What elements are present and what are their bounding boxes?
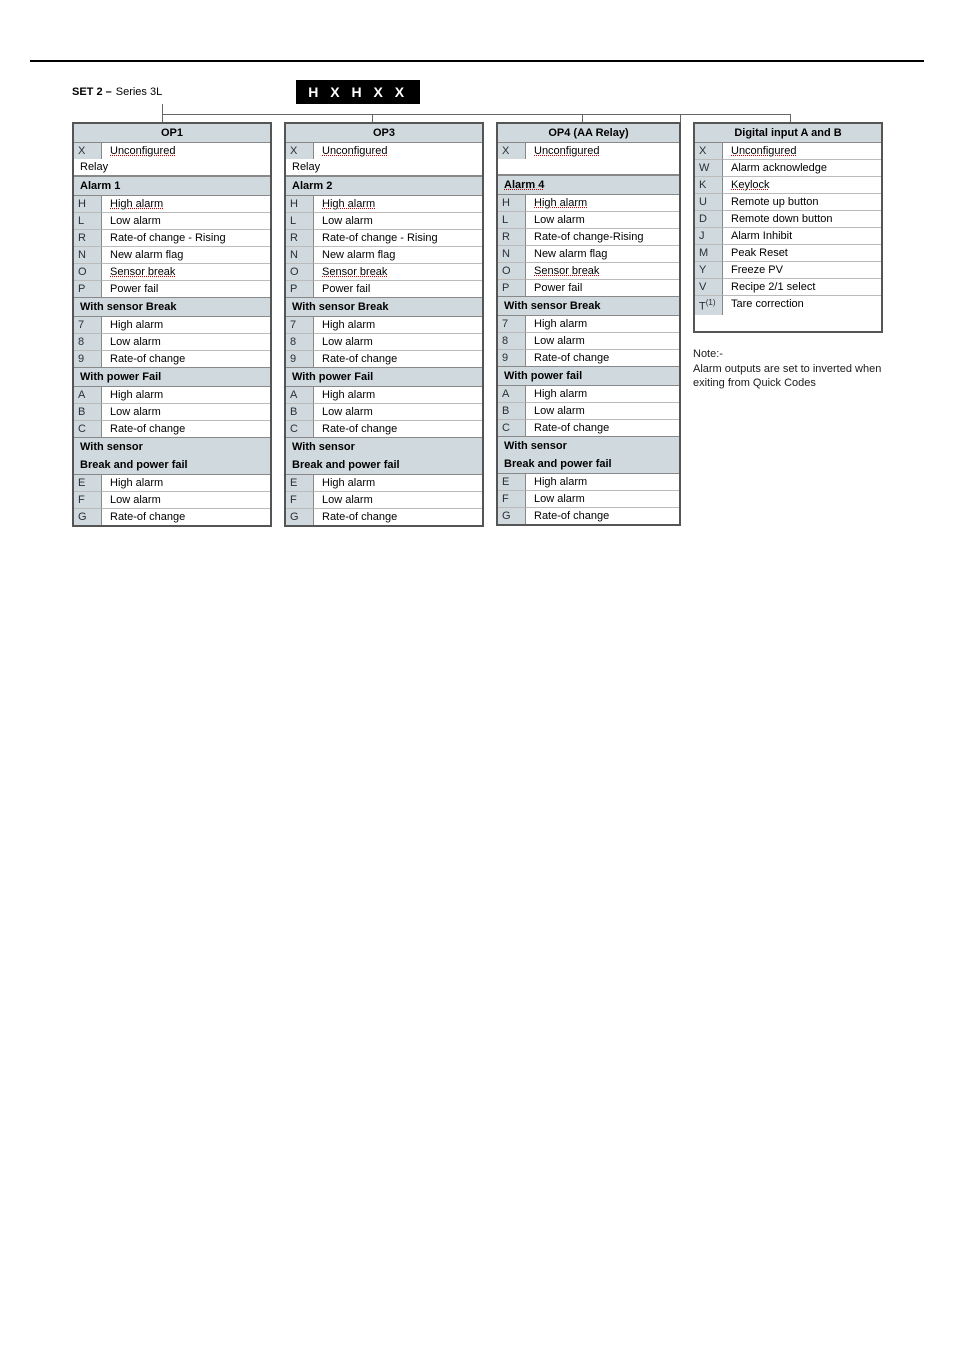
digital-input-column: Digital input A and B XUnconfigured WAla… xyxy=(693,122,883,533)
op3-column: OP3 XUnconfigured Relay Alarm 2 HHigh al… xyxy=(284,122,484,533)
value-cell: Unconfigured xyxy=(110,145,175,157)
note-text: Note:- Alarm outputs are set to inverted… xyxy=(693,347,883,392)
series-label: Series 3L xyxy=(116,86,162,98)
alarm-header: Alarm 1 xyxy=(74,176,270,196)
op1-title: OP1 xyxy=(74,124,270,143)
table-row: X Unconfigured xyxy=(74,143,270,159)
connector-diagram xyxy=(72,108,924,122)
relay-label: Relay xyxy=(74,159,270,176)
op4-column: OP4 (AA Relay) XUnconfigured Alarm 4 HHi… xyxy=(496,122,681,533)
code-cell: X xyxy=(74,143,102,159)
power-fail-header: With power Fail xyxy=(74,367,270,387)
digital-title: Digital input A and B xyxy=(695,124,881,143)
set-label: SET 2 – xyxy=(72,86,112,98)
op3-title: OP3 xyxy=(286,124,482,143)
sensor-break-header: With sensor Break xyxy=(74,297,270,317)
op4-title: OP4 (AA Relay) xyxy=(498,124,679,143)
code-banner: H X H X X xyxy=(296,80,420,104)
op1-column: OP1 X Unconfigured Relay Alarm 1 HHigh a… xyxy=(72,122,272,533)
page-heading: SET 2 – Series 3L H X H X X xyxy=(72,80,924,104)
